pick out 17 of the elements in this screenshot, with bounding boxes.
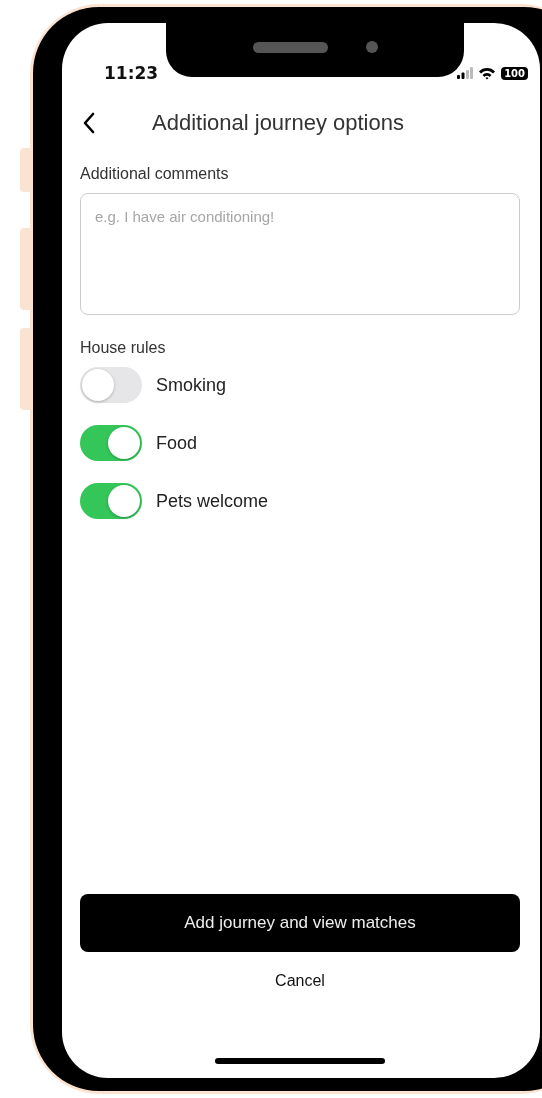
rule-label: Pets welcome (156, 490, 269, 512)
toggle-switch[interactable] (80, 483, 142, 519)
add-journey-button[interactable]: Add journey and view matches (80, 894, 520, 952)
rule-label: Food (156, 432, 198, 454)
battery-level: 100 (501, 66, 528, 80)
comments-label: Additional comments (80, 165, 229, 183)
rule-label: Smoking (156, 374, 227, 396)
status-time: 11:23 (104, 63, 159, 83)
toggle-switch[interactable] (80, 425, 142, 461)
signal-icon (457, 67, 474, 79)
page-title: Additional journey options (152, 110, 404, 136)
house-rules-label: House rules (80, 339, 166, 357)
cancel-button[interactable]: Cancel (267, 966, 333, 996)
wifi-icon (478, 66, 497, 80)
toggle-switch[interactable] (80, 367, 142, 403)
back-icon[interactable] (82, 112, 96, 134)
comments-field[interactable]: e.g. I have air conditioning! (80, 193, 520, 315)
